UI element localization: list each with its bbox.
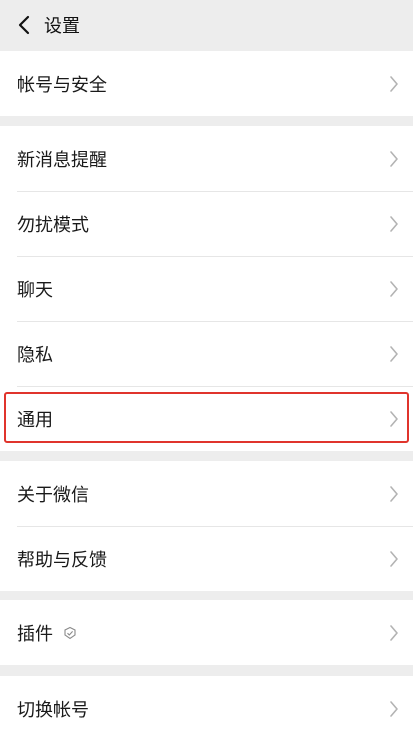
chevron-right-icon — [390, 345, 398, 362]
chevron-left-icon — [18, 15, 30, 34]
settings-group-about: 关于微信 帮助与反馈 — [0, 461, 413, 591]
chevron-right-icon — [390, 624, 398, 641]
settings-item-label: 插件 — [17, 623, 53, 645]
settings-item-label: 通用 — [17, 409, 53, 431]
settings-item-label: 聊天 — [17, 279, 53, 301]
settings-item-about-wechat[interactable]: 关于微信 — [0, 461, 413, 526]
settings-item-switch-account[interactable]: 切换帐号 — [0, 676, 413, 741]
chevron-right-icon — [390, 485, 398, 502]
settings-item-help-feedback[interactable]: 帮助与反馈 — [0, 526, 413, 591]
settings-item-notifications[interactable]: 新消息提醒 — [0, 126, 413, 191]
settings-group-account: 帐号与安全 — [0, 51, 413, 116]
settings-item-general[interactable]: 通用 — [0, 386, 413, 451]
settings-item-label: 关于微信 — [17, 484, 89, 506]
settings-item-label: 帐号与安全 — [17, 74, 107, 96]
settings-group-switch-account: 切换帐号 — [0, 676, 413, 741]
plugin-badge-icon — [64, 626, 76, 639]
chevron-right-icon — [390, 700, 398, 717]
settings-item-chat[interactable]: 聊天 — [0, 256, 413, 321]
settings-group-plugins: 插件 — [0, 600, 413, 665]
settings-item-label: 勿扰模式 — [17, 214, 89, 236]
settings-item-label: 新消息提醒 — [17, 149, 107, 171]
chevron-right-icon — [390, 215, 398, 232]
settings-item-do-not-disturb[interactable]: 勿扰模式 — [0, 191, 413, 256]
settings-item-label: 切换帐号 — [17, 699, 89, 721]
settings-group-main: 新消息提醒 勿扰模式 聊天 隐私 通用 — [0, 126, 413, 451]
back-button[interactable] — [4, 0, 44, 49]
chevron-right-icon — [390, 280, 398, 297]
chevron-right-icon — [390, 75, 398, 92]
chevron-right-icon — [390, 550, 398, 567]
settings-item-label: 隐私 — [17, 344, 53, 366]
settings-item-plugins[interactable]: 插件 — [0, 600, 413, 665]
chevron-right-icon — [390, 150, 398, 167]
chevron-right-icon — [390, 410, 398, 427]
settings-item-account-security[interactable]: 帐号与安全 — [0, 51, 413, 116]
page-title: 设置 — [44, 15, 80, 37]
settings-item-privacy[interactable]: 隐私 — [0, 321, 413, 386]
nav-bar: 设置 — [0, 0, 413, 49]
settings-item-label: 帮助与反馈 — [17, 549, 107, 571]
